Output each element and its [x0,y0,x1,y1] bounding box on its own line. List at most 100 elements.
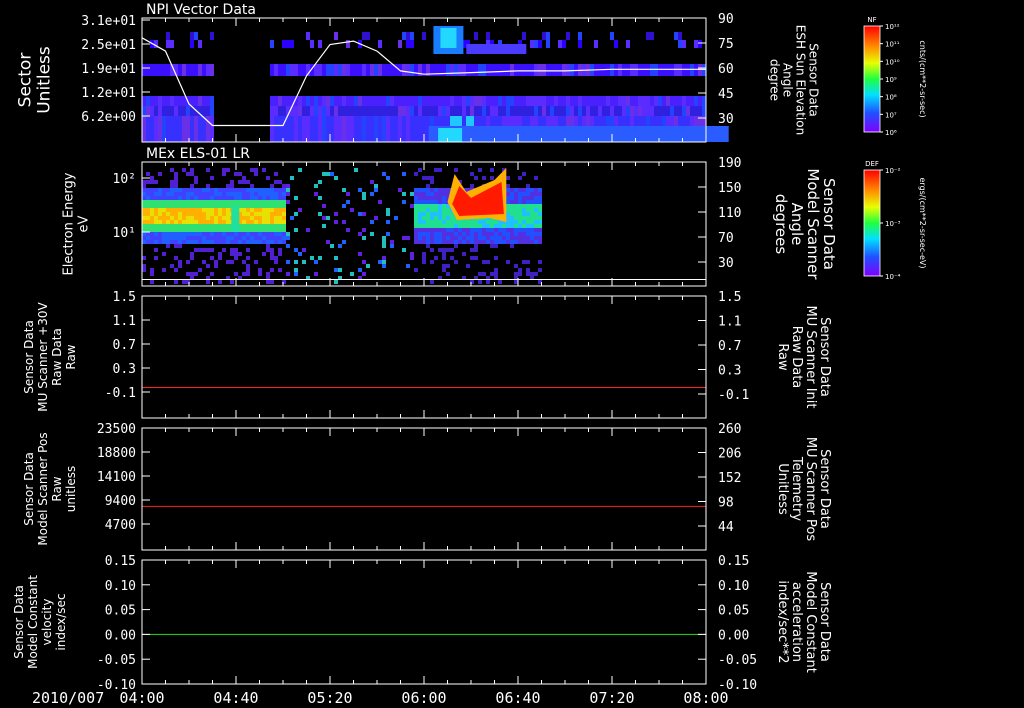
y-axis-label: Electron Energy [62,172,77,275]
y-axis-label: MU Scanner +30V [36,302,50,412]
time-tick-label: 07:20 [589,689,634,707]
colorbar-tick: 10⁻³ [885,220,901,228]
y2-tick-label: 30 [718,256,734,271]
y2-tick-label: 70 [718,231,734,246]
y2-tick-label: 98 [718,496,734,511]
y2-tick-label: 0.05 [718,604,749,619]
y-axis-label: eV [77,215,92,232]
time-tick-label: 04:00 [119,689,164,707]
y2-axis-label: Raw Data [789,326,804,389]
y2-tick-label: 44 [718,520,734,535]
y2-tick-label: 1.5 [718,290,741,305]
y-tick-label: 0.3 [113,362,136,377]
y2-axis-label: Sensor Data [817,582,832,662]
y2-tick-label: 110 [718,206,741,221]
y-tick-label: 0.10 [105,579,136,594]
y2-tick-label: 75 [718,37,734,52]
y2-tick-label: 60 [718,62,734,77]
colorbar-label: NF [867,16,876,24]
y2-axis-label: Sensor Data [817,449,832,529]
y2-axis-label: Raw [775,343,790,371]
y-tick-label: 23500 [97,422,136,437]
y2-axis-label: degree [768,59,782,101]
y2-tick-label: 30 [718,112,734,127]
y2-axis-label: Angle [781,63,795,97]
colorbar-tick: 10⁸ [885,94,897,102]
colorbar-tick: 10¹² [885,23,900,31]
y-axis-label: Sensor Data [22,320,36,394]
y-tick-label: 0.7 [113,338,136,353]
y-axis-label: Raw Data [50,328,64,386]
y-tick-label: 1.9e+01 [81,62,136,77]
colorbar-unit: ergs/(cm**2-sr-sec-eV) [918,177,927,268]
y-tick-label: -0.1 [105,386,136,401]
y2-tick-label: 0.7 [718,339,741,354]
y2-tick-label: 0.3 [718,364,741,379]
y-tick-label: 1.1 [113,314,136,329]
y2-tick-label: 0.15 [718,554,749,569]
y-tick-label: 4700 [105,518,136,533]
colorbar-tick: 10⁶ [885,129,897,137]
tplot-canvas: 3.1e+01 2.5e+01 1.9e+01 1.2e+01 6.2e+00 90 75 6… [12,2,927,707]
y-axis-label: index/sec [54,593,68,650]
y2-axis-label: Unitless [775,463,790,515]
time-tick-label: 08:00 [683,689,728,707]
panel-title: NPI Vector Data [146,2,256,18]
y-tick-label: 2.5e+01 [81,38,136,53]
y2-axis-label: degrees [772,194,790,255]
y2-axis-label: index/sec**2 [775,580,790,663]
y-tick-label: 3.1e+01 [81,14,136,29]
y2-axis-label: Telemetry [789,456,804,521]
y2-tick-label: 190 [718,156,741,171]
y-axis-label: unitless [64,466,78,512]
y2-tick-label: 1.1 [718,315,741,330]
time-tick-label: 06:40 [495,689,540,707]
y2-tick-label: -0.1 [718,388,749,403]
y-axis-label: Unitless [35,46,55,114]
colorbar-tick: 10⁻² [885,167,901,175]
panel-frame-5 [141,559,707,685]
y2-axis-label: MU Scanner Pos [803,437,818,542]
y-tick-label: -0.05 [97,653,136,668]
y-tick-label: 0.05 [105,604,136,619]
y-axis-label: Raw [64,344,78,369]
colorbar-cb2 [863,169,881,277]
colorbar-tick: 10⁹ [885,76,897,84]
y2-axis-label: Sensor Data [807,43,821,117]
y-axis-label: Model Constant [26,575,40,669]
y-axis-label: velocity [40,599,54,646]
y2-tick-label: -0.05 [718,653,757,668]
y2-axis-label: ESH Sun Elevation [794,25,808,135]
y2-tick-label: 90 [718,12,734,27]
y2-tick-label: 206 [718,447,741,462]
y2-tick-label: 0.10 [718,579,749,594]
y-tick-label: 1.2e+01 [81,86,136,101]
y-tick-label: 18800 [97,446,136,461]
y-tick-label: 10² [113,172,136,187]
panel-title: MEx ELS-01 LR [146,146,250,162]
y2-axis-label: MU Scanner Init [803,306,818,409]
y2-tick-label: 45 [718,87,734,102]
colorbar-label: DEF [865,160,879,168]
y-axis-label: Sector [16,53,36,108]
time-tick-label: 04:40 [213,689,258,707]
panel-frame-3 [141,295,707,419]
time-tick-label: 06:00 [401,689,446,707]
y-axis-label: Raw [50,476,64,501]
colorbar-tick: 10⁻⁴ [885,273,901,281]
colorbar-tick: 10⁷ [885,111,897,119]
y2-axis-label: acceleration [789,582,804,662]
y-axis-label: Sensor Data [12,585,26,659]
y2-tick-label: 0.00 [718,628,749,643]
y-axis-label: Sensor Data [22,452,36,526]
y-tick-label: 1.5 [113,290,136,305]
y2-axis-label: Model Constant [803,571,818,673]
panel-frame-4 [141,427,707,551]
y2-tick-label: 150 [718,181,741,196]
y2-tick-label: 152 [718,471,741,486]
y-tick-label: 6.2e+00 [81,110,136,125]
y-tick-label: 0.00 [105,628,136,643]
npi-heatmap [141,26,729,142]
colorbar-unit: cnts/(cm**2-sr-sec) [918,40,927,117]
y2-axis-label: Sensor Data [817,317,832,397]
